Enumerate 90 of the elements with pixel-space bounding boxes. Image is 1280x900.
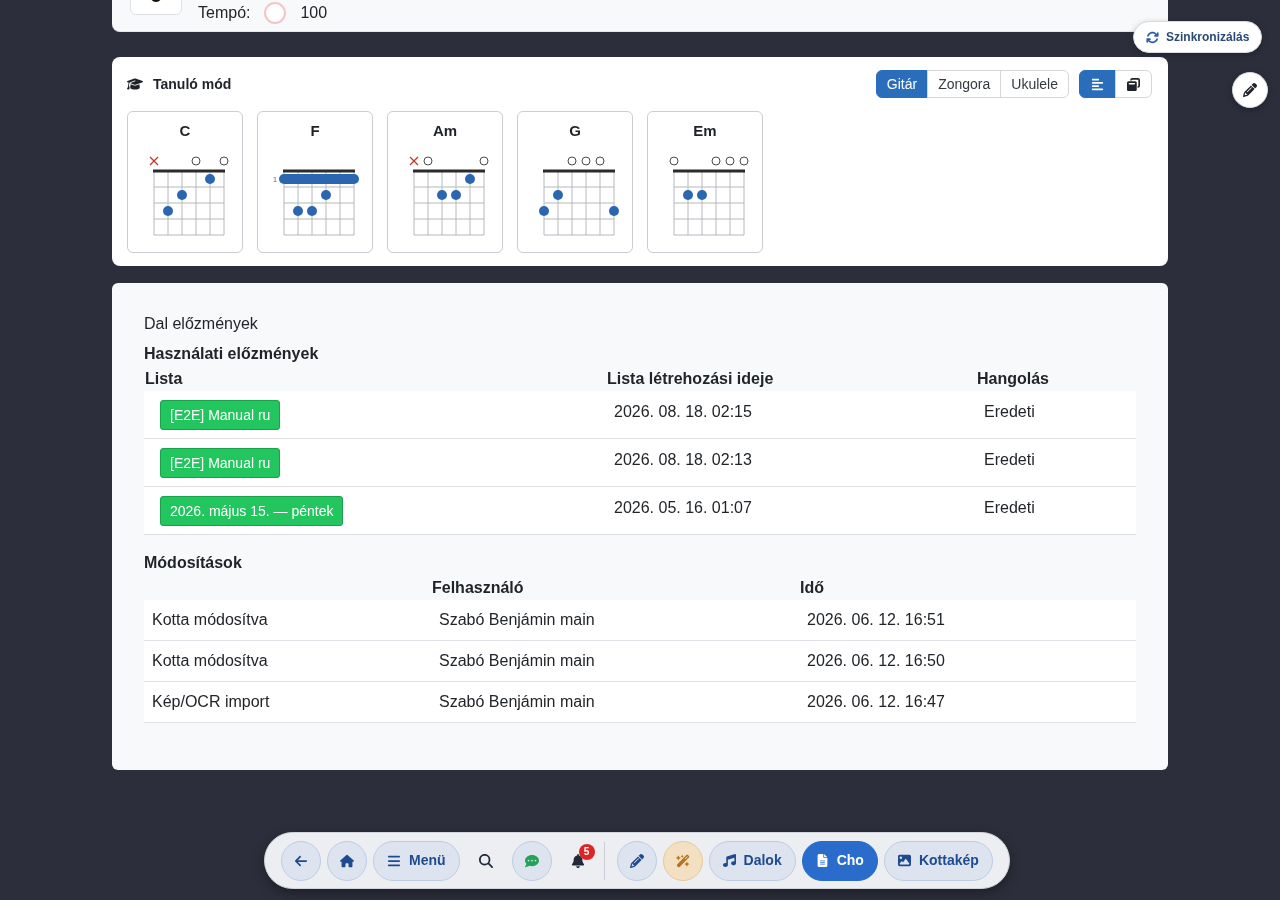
column-header: Hangolás — [977, 369, 1049, 387]
open-string-icon — [423, 156, 433, 166]
finger-dot — [177, 190, 187, 200]
magic-wand-icon — [675, 853, 690, 868]
finger-dot — [465, 174, 475, 184]
finger-dot — [451, 190, 461, 200]
user-cell: Szabó Benjámin main — [439, 652, 595, 669]
image-icon — [897, 854, 911, 867]
fretboard-grid — [283, 169, 355, 236]
instrument-tab[interactable]: Gitár — [875, 70, 929, 98]
menu-icon — [387, 853, 401, 868]
search-icon — [478, 853, 493, 868]
windows-icon — [1127, 77, 1140, 91]
usage-title: Használati előzmények — [144, 344, 319, 364]
date-cell: 2026. 08. 18. 02:15 — [614, 402, 752, 420]
instrument-tab[interactable]: Zongora — [927, 70, 1002, 98]
sync-button[interactable]: Szinkronizálás — [1133, 21, 1263, 53]
notification-count: 5 — [578, 843, 595, 860]
arrow-left-icon — [294, 853, 308, 868]
date-cell: 2026. 08. 18. 02:13 — [614, 450, 752, 468]
action-cell: Kotta módosítva — [152, 652, 268, 669]
list-view-button[interactable] — [1079, 70, 1116, 98]
tempo-value: 100 — [300, 4, 328, 22]
date-cell: 2026. 06. 12. 16:47 — [807, 693, 945, 710]
pencil-icon — [1243, 83, 1257, 97]
column-header: Lista — [145, 369, 183, 387]
date-cell: 2026. 06. 12. 16:51 — [807, 611, 945, 628]
chords-tab[interactable]: Cho — [801, 840, 878, 881]
chord-name: F — [310, 121, 320, 141]
action-cell: Kép/OCR import — [152, 693, 270, 710]
finger-dot — [321, 190, 331, 200]
chat-bubble-icon — [524, 853, 539, 868]
chord-card[interactable]: G — [517, 111, 633, 253]
tuning-cell: Eredeti — [984, 450, 1035, 468]
open-string-icon — [479, 156, 489, 166]
tempo-label: Tempó: — [198, 4, 251, 22]
card-view-button[interactable] — [1115, 70, 1152, 98]
column-header: Felhasználó — [432, 578, 524, 596]
user-cell: Szabó Benjámin main — [439, 693, 595, 710]
music-note-icon — [722, 854, 736, 867]
chord-card[interactable]: Em — [647, 111, 763, 253]
home-icon — [340, 853, 354, 868]
chord-card[interactable]: Am — [387, 111, 503, 253]
finger-dot — [697, 190, 707, 200]
finger-dot — [437, 190, 447, 200]
home-button[interactable] — [327, 840, 367, 881]
align-left-icon — [1091, 77, 1104, 91]
songs-tab[interactable]: Dalok — [708, 840, 796, 881]
learning-title: Tanuló mód — [153, 74, 232, 94]
date-cell: 2026. 05. 16. 01:07 — [614, 498, 752, 516]
edit-fab[interactable] — [1232, 72, 1268, 108]
notifications-button[interactable]: 5 — [557, 840, 598, 881]
bell-icon — [570, 853, 585, 868]
graduation-cap-icon — [127, 76, 143, 92]
user-cell: Szabó Benjámin main — [439, 611, 595, 628]
chord-name: G — [569, 121, 581, 141]
sync-icon — [1146, 30, 1159, 44]
finger-dot — [609, 206, 619, 216]
chord-card[interactable]: C — [127, 111, 243, 253]
tuning-cell: Eredeti — [984, 498, 1035, 516]
open-string-icon — [191, 156, 201, 166]
finger-dot — [307, 206, 317, 216]
chord-name: Am — [432, 121, 458, 141]
finger-dot — [553, 190, 563, 200]
column-header: Idő — [800, 578, 824, 596]
muted-string-icon — [409, 156, 419, 166]
finger-dot — [163, 206, 173, 216]
chord-card[interactable]: F 1 — [257, 111, 373, 253]
column-header: Lista létrehozási ideje — [607, 369, 774, 387]
sheet-tab[interactable]: Kottakép — [883, 840, 993, 881]
tuning-cell: Eredeti — [984, 402, 1035, 420]
open-string-icon — [669, 156, 679, 166]
action-cell: Kotta módosítva — [152, 611, 268, 628]
pencil-icon — [629, 853, 644, 868]
history-title: Dal előzmények — [144, 314, 258, 334]
date-cell: 2026. 06. 12. 16:50 — [807, 652, 945, 669]
chord-name: Em — [693, 121, 717, 141]
finger-dot — [539, 206, 549, 216]
instrument-tab[interactable]: Ukulele — [1000, 70, 1069, 98]
open-string-icon — [219, 156, 229, 166]
finger-dot — [683, 190, 693, 200]
fret-number: 1 — [272, 175, 278, 184]
back-button[interactable] — [281, 840, 321, 881]
chord-name: C — [179, 121, 191, 141]
changes-title: Módosítások — [144, 553, 242, 573]
finger-dot — [205, 174, 215, 184]
muted-string-icon — [149, 156, 159, 166]
document-icon — [815, 854, 829, 867]
menu-button[interactable]: Menü — [373, 840, 460, 881]
finger-dot — [293, 206, 303, 216]
